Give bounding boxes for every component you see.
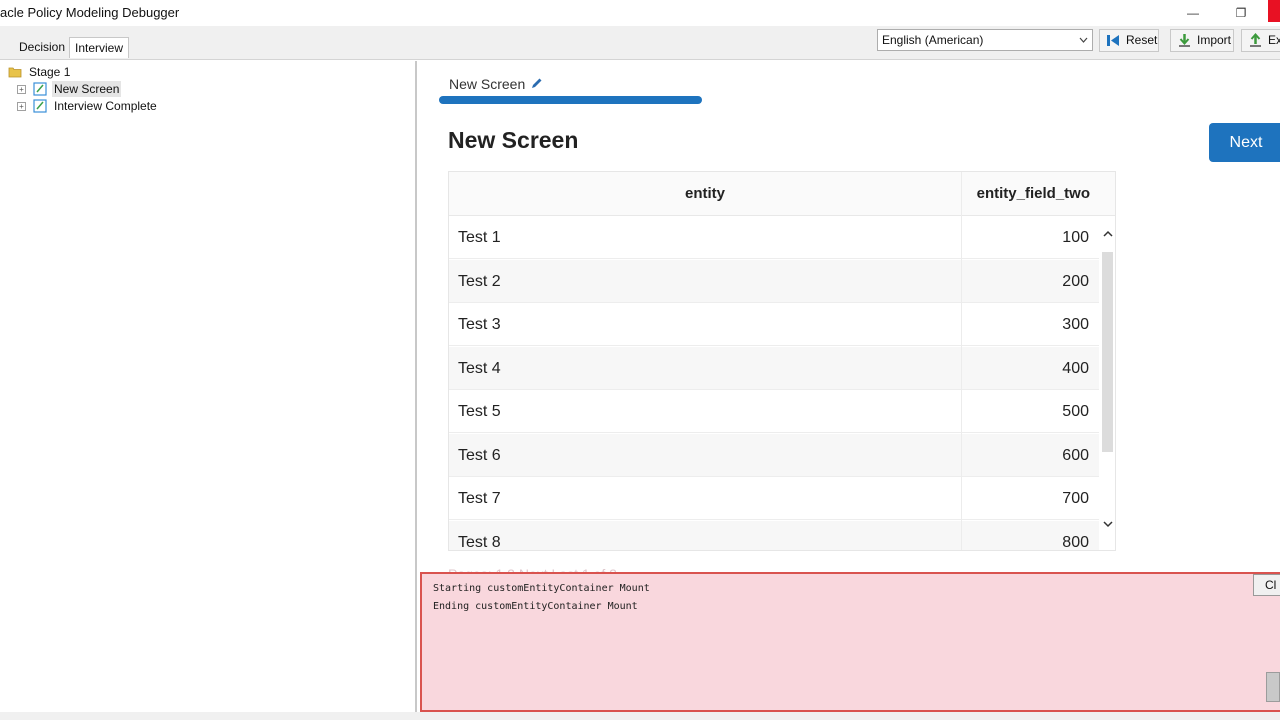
cell-entity: Test 4 bbox=[458, 359, 501, 377]
table-row[interactable]: Test 5 500 bbox=[449, 390, 1099, 433]
restore-button[interactable]: ❐ bbox=[1218, 0, 1264, 26]
chevron-down-icon bbox=[1079, 30, 1088, 58]
table-row[interactable]: Test 4 400 bbox=[449, 346, 1099, 390]
cell-entity: Test 6 bbox=[458, 446, 501, 464]
folder-icon bbox=[8, 65, 22, 79]
next-button[interactable]: Next bbox=[1209, 123, 1280, 162]
expand-icon[interactable]: + bbox=[17, 102, 26, 111]
export-icon bbox=[1248, 32, 1263, 48]
table-row[interactable]: Test 6 600 bbox=[449, 433, 1099, 477]
toolbar: Decision Interview English (American) Re… bbox=[0, 26, 1280, 60]
table-row[interactable]: Test 8 800 bbox=[449, 520, 1099, 551]
scroll-down-icon[interactable] bbox=[1099, 518, 1115, 535]
pencil-icon[interactable] bbox=[531, 77, 543, 92]
table-header: entity entity_field_two bbox=[449, 172, 1115, 216]
language-value: English (American) bbox=[882, 33, 984, 47]
cell-entity-field-two: 500 bbox=[1062, 403, 1089, 420]
tree-item-label: New Screen bbox=[52, 81, 122, 97]
interview-screen: New Screen New Screen Next entity entity… bbox=[419, 61, 1280, 572]
minimize-button[interactable]: — bbox=[1170, 0, 1216, 26]
debug-console: Starting customEntityContainer Mount End… bbox=[420, 572, 1280, 712]
column-header-field-two[interactable]: entity_field_two bbox=[962, 172, 1090, 216]
entity-table: entity entity_field_two Test 1 100 Test 2 2… bbox=[448, 171, 1116, 551]
table-row[interactable]: Test 1 100 bbox=[449, 216, 1099, 259]
cell-entity-field-two: 100 bbox=[1062, 229, 1089, 246]
import-icon bbox=[1177, 33, 1192, 48]
progress-bar bbox=[439, 96, 702, 104]
close-button[interactable] bbox=[1268, 0, 1280, 22]
console-line: Starting customEntityContainer Mount bbox=[433, 583, 650, 594]
cell-entity: Test 8 bbox=[458, 533, 501, 551]
expand-icon[interactable]: + bbox=[17, 85, 26, 94]
resize-grip[interactable] bbox=[1266, 672, 1280, 702]
cell-entity-field-two: 600 bbox=[1062, 446, 1089, 464]
console-line: Ending customEntityContainer Mount bbox=[433, 601, 638, 612]
table-row[interactable]: Test 2 200 bbox=[449, 259, 1099, 303]
cell-entity-field-two: 300 bbox=[1062, 316, 1089, 333]
cell-entity-field-two: 700 bbox=[1062, 490, 1089, 507]
screen-icon bbox=[33, 99, 47, 113]
table-row[interactable]: Test 3 300 bbox=[449, 303, 1099, 346]
cell-entity-field-two: 200 bbox=[1062, 272, 1089, 290]
cell-entity: Test 3 bbox=[458, 316, 501, 333]
export-label: Exp bbox=[1268, 33, 1280, 47]
tree-item-label: Stage 1 bbox=[29, 65, 71, 79]
column-divider bbox=[961, 172, 962, 550]
scroll-thumb[interactable] bbox=[1102, 252, 1113, 452]
restore-icon: ❐ bbox=[1235, 6, 1247, 20]
cell-entity: Test 7 bbox=[458, 490, 501, 507]
cell-entity: Test 2 bbox=[458, 272, 501, 290]
title-bar: acle Policy Modeling Debugger — ❐ bbox=[0, 0, 1280, 26]
import-button[interactable]: Import bbox=[1170, 29, 1234, 52]
reset-label: Reset bbox=[1126, 33, 1158, 47]
cell-entity-field-two: 400 bbox=[1062, 359, 1089, 377]
import-label: Import bbox=[1197, 33, 1232, 47]
cell-entity: Test 1 bbox=[458, 229, 501, 246]
cell-entity-field-two: 800 bbox=[1062, 533, 1089, 551]
cell-entity: Test 5 bbox=[458, 403, 501, 420]
status-strip bbox=[0, 712, 1280, 720]
page-title: New Screen bbox=[448, 127, 579, 153]
tree-panel: Stage 1 + New Screen + Interview Complet… bbox=[0, 61, 417, 712]
column-header-entity[interactable]: entity bbox=[449, 172, 961, 216]
language-select[interactable]: English (American) bbox=[877, 29, 1093, 51]
export-button[interactable]: Exp bbox=[1241, 29, 1280, 52]
scroll-up-icon[interactable] bbox=[1099, 228, 1115, 245]
window-title: acle Policy Modeling Debugger bbox=[0, 5, 180, 20]
reset-icon bbox=[1106, 33, 1121, 48]
table-scrollbar[interactable] bbox=[1099, 216, 1115, 550]
tab-decision[interactable]: Decision bbox=[14, 37, 70, 58]
tab-interview[interactable]: Interview bbox=[69, 37, 130, 58]
reset-button[interactable]: Reset bbox=[1099, 29, 1159, 52]
tree-item-label: Interview Complete bbox=[54, 99, 157, 113]
minimize-icon: — bbox=[1187, 6, 1199, 20]
screen-tab-label: New Screen bbox=[449, 76, 526, 92]
screen-tab[interactable]: New Screen bbox=[449, 76, 543, 92]
screen-icon bbox=[33, 82, 47, 96]
clear-button[interactable]: Cl bbox=[1253, 574, 1280, 596]
table-row[interactable]: Test 7 700 bbox=[449, 477, 1099, 520]
